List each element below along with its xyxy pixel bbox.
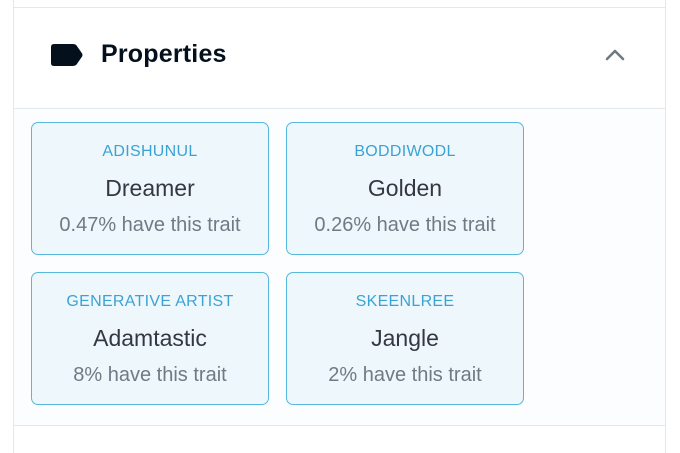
trait-value: Jangle — [371, 325, 439, 351]
trait-rarity: 8% have this trait — [73, 364, 227, 386]
trait-rarity: 0.26% have this trait — [314, 214, 496, 236]
chevron-up-icon[interactable] — [603, 43, 627, 67]
trait-type: SKEENLREE — [355, 293, 455, 310]
trait-type: BODDIWODL — [354, 143, 456, 160]
page: Properties ADISHUNUL Dreamer 0.47% have … — [0, 0, 680, 453]
trait-card[interactable]: BODDIWODL Golden 0.26% have this trait — [286, 122, 524, 255]
properties-panel: Properties ADISHUNUL Dreamer 0.47% have … — [13, 0, 666, 453]
trait-value: Adamtastic — [93, 325, 207, 351]
trait-rarity: 0.47% have this trait — [59, 214, 241, 236]
trait-value: Golden — [367, 175, 443, 201]
trait-type: GENERATIVE ARTIST — [66, 293, 234, 310]
properties-header[interactable]: Properties — [14, 7, 665, 109]
label-tag-icon — [51, 44, 83, 66]
trait-card[interactable]: ADISHUNUL Dreamer 0.47% have this trait — [31, 122, 269, 255]
trait-type: ADISHUNUL — [102, 143, 198, 160]
trait-rarity: 2% have this trait — [328, 364, 482, 386]
trait-card[interactable]: GENERATIVE ARTIST Adamtastic 8% have thi… — [31, 272, 269, 405]
properties-content: ADISHUNUL Dreamer 0.47% have this trait … — [14, 109, 665, 426]
traits-grid: ADISHUNUL Dreamer 0.47% have this trait … — [31, 122, 524, 405]
trait-value: Dreamer — [105, 175, 195, 201]
trait-card[interactable]: SKEENLREE Jangle 2% have this trait — [286, 272, 524, 405]
section-title: Properties — [101, 40, 227, 68]
